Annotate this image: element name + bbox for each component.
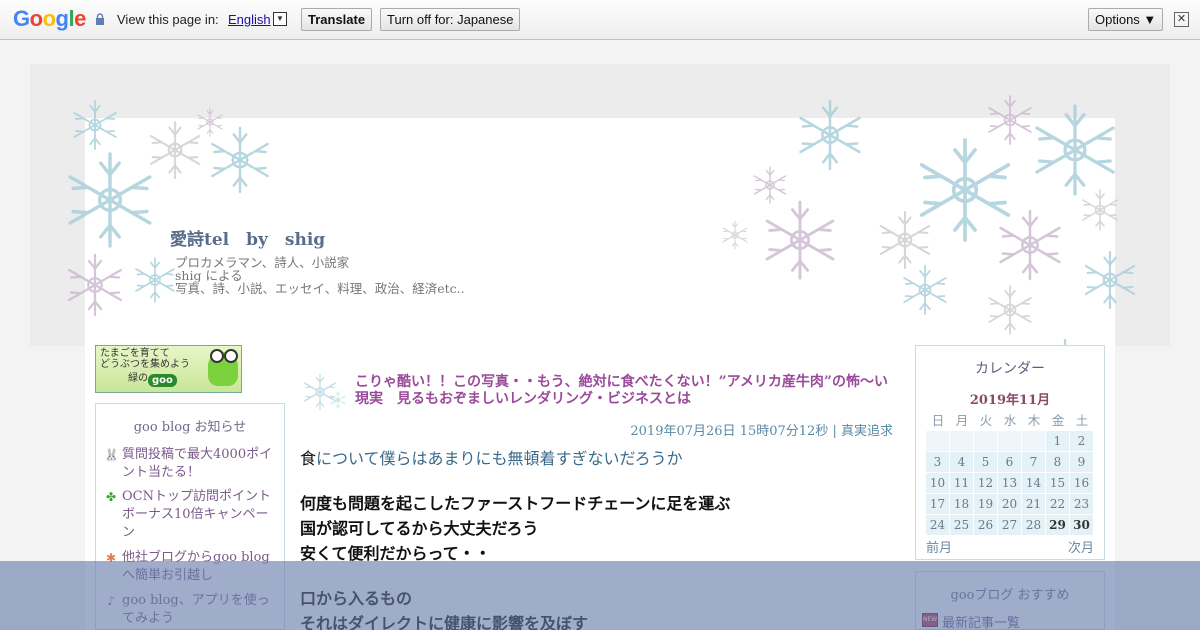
calendar-day[interactable]: 8 <box>1046 452 1070 473</box>
calendar-day[interactable]: 1 <box>1046 431 1070 452</box>
recommend-item[interactable]: 最新記事一覧 <box>942 612 1020 630</box>
notice-item[interactable]: ✤ OCNトップ訪問ポイントボーナス10倍キャンペーン <box>104 488 279 542</box>
calendar-day[interactable]: 22 <box>1046 494 1070 515</box>
calendar-day[interactable]: 24 <box>926 515 950 536</box>
gift-icon: ✱ <box>105 551 117 565</box>
recommend-title: gooブログ おすすめ <box>950 588 1070 603</box>
calendar-day[interactable]: 16 <box>1070 473 1094 494</box>
calendar-day[interactable]: 25 <box>950 515 974 536</box>
calendar-day[interactable]: 26 <box>974 515 998 536</box>
calendar-day[interactable]: 5 <box>974 452 998 473</box>
post-line: 何度も問題を起こしたファーストフードチェーンに足を運ぶ <box>300 494 731 513</box>
music-note-icon: ♪ <box>107 594 115 608</box>
frog-icon <box>208 349 238 386</box>
calendar-title: カレンダー <box>975 361 1045 377</box>
notice-text: 質問投稿で最大4000ポイント当たる！ <box>122 447 273 480</box>
calendar-day[interactable]: 11 <box>950 473 974 494</box>
calendar-day[interactable]: 23 <box>1070 494 1094 515</box>
calendar-day[interactable]: 10 <box>926 473 950 494</box>
calendar-day[interactable]: 19 <box>974 494 998 515</box>
calendar-weekday: 日 <box>931 413 945 428</box>
calendar-weekday: 木 <box>1027 413 1041 428</box>
calendar-box: カレンダー 2019年11月 日月火水木金土 1 2 3 4 5 6 7 8 9 10 11 12 13 1… <box>915 345 1105 560</box>
calendar-blank <box>1022 431 1046 452</box>
calendar-weekday: 土 <box>1075 413 1089 428</box>
post-title[interactable]: こりゃ酷い！！この写真・・もう、絶対に食べたくない！”アメリカ産牛肉”の怖～い現… <box>355 374 895 408</box>
blog-title[interactable]: 愛詩tel by shig <box>170 225 325 250</box>
calendar-day[interactable]: 28 <box>1022 515 1046 536</box>
meta-separator: | <box>828 424 841 439</box>
calendar-weekday: 金 <box>1051 413 1065 428</box>
calendar-day[interactable]: 15 <box>1046 473 1070 494</box>
calendar-day[interactable]: 27 <box>998 515 1022 536</box>
calendar-day[interactable]: 9 <box>1070 452 1094 473</box>
notice-box: goo blog お知らせ 🐰 質問投稿で最大4000ポイント当たる！ ✤ OC… <box>95 403 285 630</box>
banner-line: どうぶつを集めよう <box>100 359 190 370</box>
post-lead: 食について僕らはあまりにも無頓着すぎないだろうか <box>300 445 683 469</box>
goo-promo-banner[interactable]: たまごを育てて どうぶつを集めよう 緑の goo <box>95 345 242 393</box>
calendar-day[interactable]: 3 <box>926 452 950 473</box>
calendar-day[interactable]: 14 <box>1022 473 1046 494</box>
calendar-day[interactable]: 6 <box>998 452 1022 473</box>
calendar-blank <box>926 431 950 452</box>
post-line: 口から入るもの <box>300 589 413 608</box>
calendar-day[interactable]: 21 <box>1022 494 1046 515</box>
notice-text: OCNトップ訪問ポイントボーナス10倍キャンペーン <box>122 489 271 540</box>
calendar-day[interactable]: 4 <box>950 452 974 473</box>
notice-text: 他社ブログからgoo blogへ簡単お引越し <box>122 550 270 583</box>
post-line: 安くて便利だからって・・ <box>300 544 491 563</box>
calendar-month: 2019年11月 <box>969 393 1051 408</box>
rabbit-icon: 🐰 <box>104 448 119 462</box>
notice-item[interactable]: ✱ 他社ブログからgoo blogへ簡単お引越し <box>104 549 279 585</box>
goo-logo: goo <box>148 374 177 387</box>
next-month-link[interactable]: 次月 <box>1068 537 1094 556</box>
post-line: 国が認可してるから大丈夫だろう <box>300 519 539 538</box>
calendar-day[interactable]: 20 <box>998 494 1022 515</box>
notice-item[interactable]: ♪ goo blog、アプリを使ってみよう <box>104 592 279 628</box>
notice-item[interactable]: 🐰 質問投稿で最大4000ポイント当たる！ <box>104 446 279 482</box>
clover-icon: ✤ <box>105 490 117 504</box>
calendar-day[interactable]: 2 <box>1070 431 1094 452</box>
calendar-day[interactable]: 30 <box>1070 515 1094 536</box>
prev-month-link[interactable]: 前月 <box>926 537 952 556</box>
calendar-blank <box>950 431 974 452</box>
calendar-day[interactable]: 13 <box>998 473 1022 494</box>
calendar-weekday: 火 <box>979 413 993 428</box>
calendar-day[interactable]: 12 <box>974 473 998 494</box>
notice-text: goo blog、アプリを使ってみよう <box>122 593 270 626</box>
lead-text: について僕らはあまりにも無頓着すぎないだろうか <box>316 449 683 468</box>
notice-title: goo blog お知らせ <box>133 420 247 435</box>
post-meta: 2019年07月26日 15時07分12秒 | 真実追求 <box>300 420 893 439</box>
calendar-weekday: 月 <box>955 413 969 428</box>
calendar-day[interactable]: 18 <box>950 494 974 515</box>
post-datetime[interactable]: 2019年07月26日 15時07分12秒 <box>630 424 828 439</box>
calendar-day[interactable]: 7 <box>1022 452 1046 473</box>
calendar-day[interactable]: 29 <box>1046 515 1070 536</box>
blog-description: プロカメラマン、詩人、小説家 shig による 写真、詩、小説、エッセイ、料理、… <box>175 256 465 295</box>
calendar-weekday: 水 <box>1003 413 1017 428</box>
calendar-blank <box>974 431 998 452</box>
calendar-blank <box>998 431 1022 452</box>
new-badge-icon: NEW <box>922 613 938 627</box>
calendar-day[interactable]: 17 <box>926 494 950 515</box>
lead-first-char: 食 <box>300 449 317 468</box>
post-line: それはダイレクトに健康に影響を及ぼす <box>300 614 589 630</box>
post-category[interactable]: 真実追求 <box>841 424 893 439</box>
banner-line: たまごを育てて <box>100 348 170 359</box>
description-line: 写真、詩、小説、エッセイ、料理、政治、経済etc.. <box>175 281 465 296</box>
